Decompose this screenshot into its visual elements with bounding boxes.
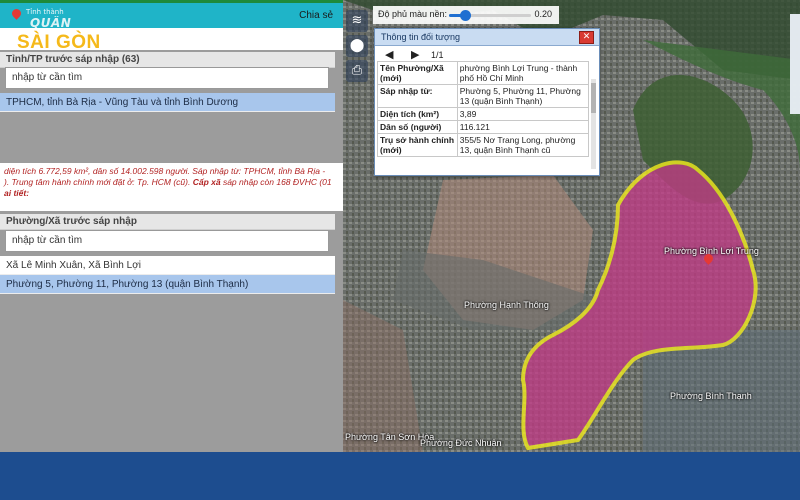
brand-logo-top: QUẬN: [30, 16, 72, 30]
opacity-label: Độ phủ màu nền:: [378, 9, 448, 19]
province-list-item[interactable]: TPHCM, tỉnh Bà Rịa - Vũng Tàu và tỉnh Bì…: [0, 93, 335, 112]
attr-value: phường Bình Lợi Trung - thành phố Hồ Chí…: [456, 61, 590, 85]
feature-info-popup: Thông tin đối tượng ✕ ◀ ▶ 1/1 Tên Phường…: [374, 28, 600, 176]
ward-list: Xã Lê Minh Xuân, Xã Bình Lợi Phường 5, P…: [0, 256, 335, 294]
map-label-duc-nhuan: Phường Đức Nhuận: [420, 438, 502, 448]
ward-list-item[interactable]: Xã Lê Minh Xuân, Xã Bình Lợi: [0, 256, 335, 275]
opacity-value: 0.20: [534, 9, 552, 19]
popup-close-button[interactable]: ✕: [579, 31, 594, 44]
attr-key: Trụ sở hành chính (mới): [377, 133, 458, 157]
right-toolbar[interactable]: [790, 14, 800, 114]
attr-key: Sáp nhập từ:: [377, 84, 458, 108]
table-row: Diện tích (km²) 3,89: [377, 107, 590, 121]
print-icon: ⎙: [351, 63, 363, 78]
province-list: TPHCM, tỉnh Bà Rịa - Vũng Tàu và tỉnh Bì…: [0, 93, 335, 112]
layers-icon: ≋: [351, 13, 363, 28]
popup-scrollbar-thumb[interactable]: [591, 83, 596, 113]
opacity-slider-track[interactable]: [449, 10, 531, 21]
attr-key: Diện tích (km²): [377, 107, 458, 121]
locate-button[interactable]: ⬤: [346, 35, 368, 57]
opacity-slider-thumb[interactable]: [460, 10, 472, 21]
top-bar-subtitle: Tỉnh thành: [26, 8, 64, 16]
info-line-1: diện tích 6.772,59 km², dân số 14.002.59…: [4, 166, 326, 176]
info-line-2-tail: sáp nhập còn 168 ĐVHC (01: [222, 177, 332, 187]
table-row: Dân số (người) 116.121: [377, 120, 590, 134]
info-line-3: ai tiết:: [4, 188, 339, 199]
attr-value: 116.121: [456, 120, 590, 134]
brand-logo-main: SÀI GÒN: [17, 32, 101, 53]
info-line-2-text: ). Trung tâm hành chính mới đặt ở: Tp. H…: [4, 177, 191, 187]
ward-search-input[interactable]: nhập từ cần tìm: [5, 230, 329, 252]
info-line-2: ). Trung tâm hành chính mới đặt ở: Tp. H…: [4, 177, 339, 188]
popup-page-indicator: 1/1: [431, 50, 444, 60]
table-row: Tên Phường/Xã (mới) phường Bình Lợi Trun…: [377, 61, 590, 85]
popup-title: Thông tin đối tượng: [375, 29, 599, 46]
attr-key: Dân số (người): [377, 120, 458, 134]
footer-bar: [0, 452, 800, 500]
ward-list-item-selected[interactable]: Phường 5, Phường 11, Phường 13 (quận Bìn…: [0, 275, 335, 294]
info-line-2-bold: Cấp xã: [192, 177, 221, 187]
attr-value: 355/5 Nơ Trang Long, phường 13, quận Bìn…: [456, 133, 590, 157]
info-line-3-bold: ai tiết:: [4, 188, 30, 198]
panel-spacer: [0, 113, 343, 160]
attr-key: Tên Phường/Xã (mới): [377, 61, 458, 85]
layers-button[interactable]: ≋: [346, 10, 368, 32]
prev-arrow-icon[interactable]: ◀: [385, 48, 393, 61]
location-pin-icon: [10, 7, 23, 20]
table-row: Sáp nhập từ: Phường 5, Phường 11, Phường…: [377, 84, 590, 108]
map-pin-icon: ⬤: [349, 38, 365, 53]
popup-attribute-table: Tên Phường/Xã (mới) phường Bình Lợi Trun…: [377, 61, 590, 157]
popup-scrollbar[interactable]: [591, 79, 596, 169]
map-label-hanh-thong: Phường Hạnh Thông: [464, 300, 549, 310]
province-search-input[interactable]: nhập từ cần tìm: [5, 67, 329, 89]
attr-value: Phường 5, Phường 11, Phường 13 (quận Bìn…: [456, 84, 590, 108]
opacity-control: Độ phủ màu nền: 0.20: [373, 6, 559, 24]
merge-info-text: diện tích 6.772,59 km², dân số 14.002.59…: [0, 163, 343, 211]
map-label-binh-thanh: Phường Bình Thạnh: [670, 391, 752, 401]
attr-value: 3,89: [456, 107, 590, 121]
ward-section-header: Phường/Xã trước sáp nhập: [0, 214, 335, 230]
print-button[interactable]: ⎙: [346, 60, 368, 82]
next-arrow-icon[interactable]: ▶: [411, 48, 419, 61]
close-icon: ✕: [582, 32, 591, 42]
share-link[interactable]: Chia sẻ: [299, 10, 333, 21]
table-row: Trụ sở hành chính (mới) 355/5 Nơ Trang L…: [377, 133, 590, 157]
province-section-header: Tỉnh/TP trước sáp nhập (63): [0, 52, 335, 68]
left-panel: Tỉnh thành Chia sẻ QUẬN SÀI GÒN Tỉnh/TP …: [0, 0, 343, 452]
